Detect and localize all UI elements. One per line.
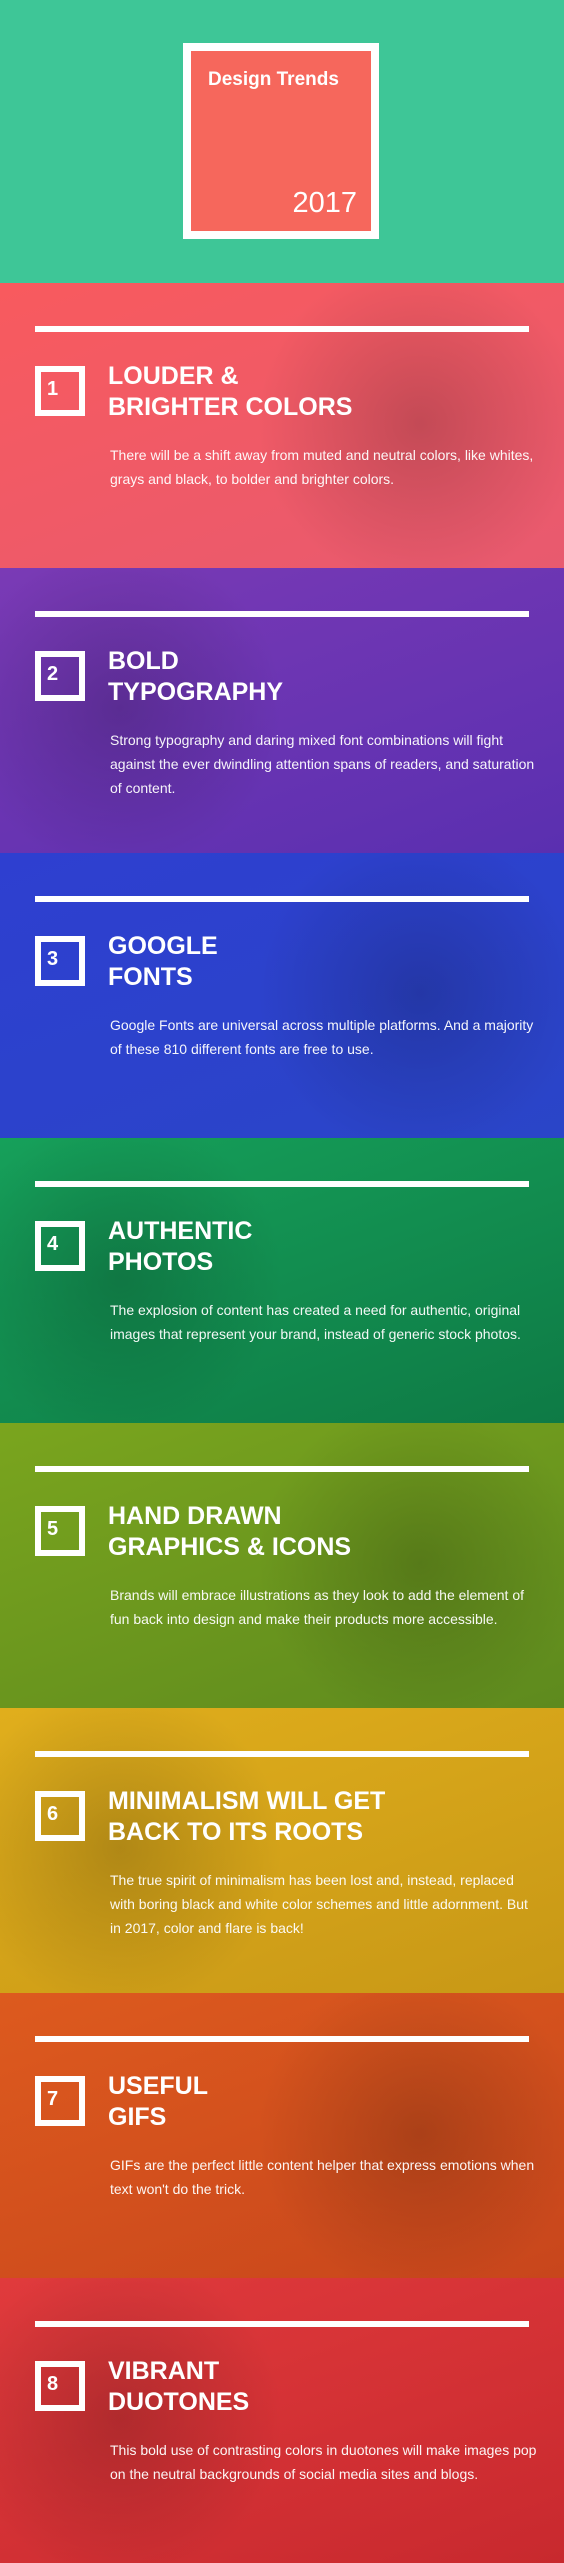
section-body: The explosion of content has created a n… <box>110 1302 521 1342</box>
trend-section: 4 AUTHENTIC PHOTOS The explosion of conten… <box>0 1138 564 1423</box>
trend-section: 7 USEFUL GIFS GIFs are the perfect little … <box>0 1993 564 2278</box>
section-divider <box>35 1751 529 1757</box>
section-heading: LOUDER & BRIGHTER COLORS <box>108 362 353 421</box>
section-number-box: 1 <box>35 366 85 416</box>
section-body: Strong typography and daring mixed font … <box>110 732 535 796</box>
section-heading: BOLD TYPOGRAPHY <box>108 647 284 706</box>
section-heading: AUTHENTIC PHOTOS <box>108 1217 253 1276</box>
trend-section: 2 BOLD TYPOGRAPHY Strong typography and da… <box>0 568 564 853</box>
section-heading: GOOGLE FONTS <box>108 932 218 991</box>
section-number-box: 2 <box>35 651 85 701</box>
section-number-box: 6 <box>35 1791 85 1841</box>
section-body: GIFs are the perfect little content help… <box>110 2157 535 2197</box>
section-divider <box>35 1181 529 1187</box>
section-body: This bold use of contrasting colors in d… <box>110 2442 537 2482</box>
section-body: Brands will embrace illustrations as the… <box>110 1587 524 1627</box>
header-banner: Design Trends 2017 <box>0 0 564 283</box>
section-number: 1 <box>47 378 59 400</box>
section-divider <box>35 611 529 617</box>
section-heading: USEFUL GIFS <box>108 2072 208 2131</box>
section-number: 6 <box>47 1803 59 1825</box>
trend-section: 3 GOOGLE FONTS Google Fonts are universal … <box>0 853 564 1138</box>
section-heading: VIBRANT DUOTONES <box>108 2357 250 2416</box>
section-body: The true spirit of minimalism has been l… <box>110 1872 528 1936</box>
trend-section: 5 HAND DRAWN GRAPHICS & ICONS Brands will … <box>0 1423 564 1708</box>
section-divider <box>35 2036 529 2042</box>
title-card: Design Trends 2017 <box>183 43 379 239</box>
section-body: There will be a shift away from muted an… <box>110 447 534 487</box>
trend-section: 8 VIBRANT DUOTONES This bold use of contra… <box>0 2278 564 2563</box>
section-number-box: 3 <box>35 936 85 986</box>
section-number-box: 5 <box>35 1506 85 1556</box>
section-number: 7 <box>47 2088 59 2110</box>
section-heading: MINIMALISM WILL GET BACK TO ITS ROOTS <box>108 1787 386 1846</box>
trend-section: 1 LOUDER & BRIGHTER COLORS There will be a… <box>0 283 564 568</box>
section-divider <box>35 1466 529 1472</box>
trend-sections: 1 LOUDER & BRIGHTER COLORS There will be a… <box>0 283 564 2563</box>
section-number: 4 <box>47 1233 59 1255</box>
section-heading: HAND DRAWN GRAPHICS & ICONS <box>108 1502 352 1561</box>
section-number: 8 <box>47 2373 59 2395</box>
section-divider <box>35 2321 529 2327</box>
infographic-year: 2017 <box>292 187 357 219</box>
section-number: 5 <box>47 1518 59 1540</box>
trend-section: 6 MINIMALISM WILL GET BACK TO ITS ROOTS Th… <box>0 1708 564 1993</box>
section-number-box: 4 <box>35 1221 85 1271</box>
infographic-title: Design Trends <box>208 69 339 90</box>
section-number: 3 <box>47 948 59 970</box>
section-number-box: 7 <box>35 2076 85 2126</box>
section-body: Google Fonts are universal across multip… <box>110 1017 534 1057</box>
section-number-box: 8 <box>35 2361 85 2411</box>
section-divider <box>35 326 529 332</box>
section-number: 2 <box>47 663 59 685</box>
section-divider <box>35 896 529 902</box>
